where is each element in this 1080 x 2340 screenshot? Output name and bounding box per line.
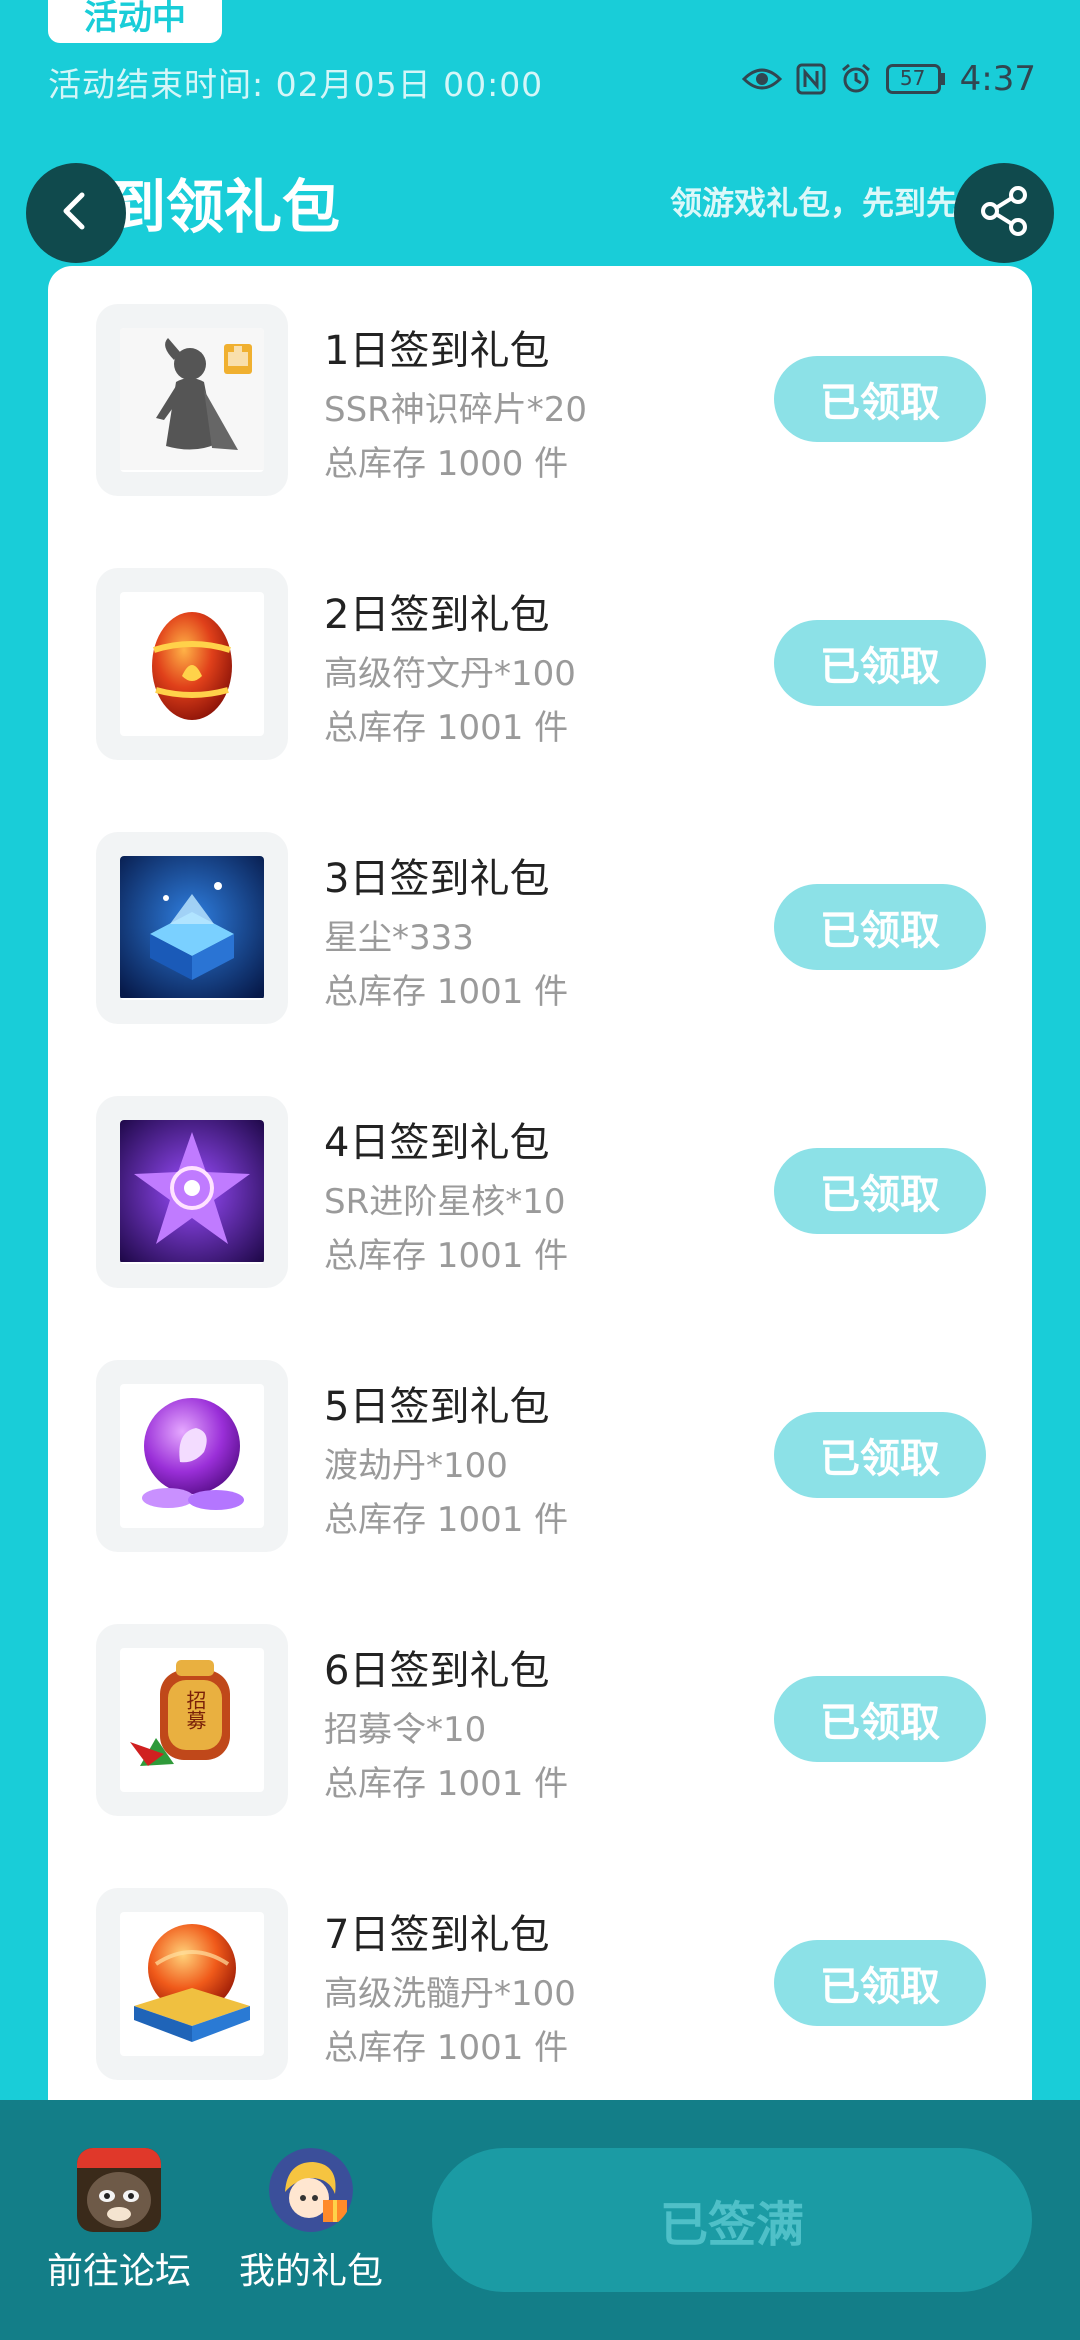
- gift-stock: 总库存 1000 件: [324, 444, 569, 484]
- svg-text:招募: 招募: [183, 1690, 207, 1730]
- gift-list: 1日签到礼包 SSR神识碎片*20 总库存 1000 件 已领取 2日签到礼包 …: [48, 266, 1032, 2116]
- claimed-button[interactable]: 已领取: [774, 1148, 986, 1234]
- gift-thumbnail: [96, 1888, 288, 2080]
- battery-icon: 57: [885, 64, 946, 94]
- gift-stock: 总库存 1001 件: [324, 1236, 569, 1276]
- gift-title: 5日签到礼包: [324, 1384, 550, 1430]
- gift-reward: 高级符文丹*100: [324, 654, 576, 694]
- gift-item: 7日签到礼包 高级洗髓丹*100 总库存 1001 件 已领取: [48, 1850, 1032, 2114]
- gift-thumbnail: [96, 1096, 288, 1288]
- gift-title: 1日签到礼包: [324, 328, 550, 374]
- gift-thumbnail: [96, 304, 288, 496]
- gift-avatar-icon: [269, 2148, 353, 2232]
- gift-stock: 总库存 1001 件: [324, 2028, 569, 2068]
- purple-star-icon: [120, 1120, 264, 1264]
- gift-title: 6日签到礼包: [324, 1648, 550, 1694]
- gift-title: 4日签到礼包: [324, 1120, 550, 1166]
- orange-orb-icon: [120, 1912, 264, 2056]
- status-badge: 活动中: [48, 0, 222, 43]
- claimed-button[interactable]: 已领取: [774, 620, 986, 706]
- gift-stock: 总库存 1001 件: [324, 1500, 569, 1540]
- gift-item: 招募 6日签到礼包 招募令*10 总库存 1001 件 已领取: [48, 1586, 1032, 1850]
- gift-stock: 总库存 1001 件: [324, 972, 569, 1012]
- gift-item: 4日签到礼包 SR进阶星核*10 总库存 1001 件 已领取: [48, 1058, 1032, 1322]
- forum-label: 前往论坛: [46, 2251, 191, 2292]
- gift-thumbnail: 招募: [96, 1624, 288, 1816]
- forum-link[interactable]: 前往论坛: [44, 2148, 194, 2294]
- gift-stock: 总库存 1001 件: [324, 1764, 569, 1804]
- claimed-button[interactable]: 已领取: [774, 1676, 986, 1762]
- gift-item: 5日签到礼包 渡劫丹*100 总库存 1001 件 已领取: [48, 1322, 1032, 1586]
- gift-reward: 星尘*333: [324, 918, 474, 958]
- share-button[interactable]: [954, 163, 1054, 263]
- gift-item: 1日签到礼包 SSR神识碎片*20 总库存 1000 件 已领取: [48, 266, 1032, 530]
- red-egg-icon: [120, 592, 264, 736]
- share-icon: [976, 183, 1032, 243]
- gift-thumbnail: [96, 1360, 288, 1552]
- character-shard-icon: [120, 328, 264, 472]
- purple-orb-icon: [120, 1384, 264, 1528]
- gift-thumbnail: [96, 568, 288, 760]
- claimed-button[interactable]: 已领取: [774, 884, 986, 970]
- claimed-button[interactable]: 已领取: [774, 1940, 986, 2026]
- game-avatar-icon: [77, 2148, 161, 2232]
- gift-item: 3日签到礼包 星尘*333 总库存 1001 件 已领取: [48, 794, 1032, 1058]
- my-gifts-link[interactable]: 我的礼包: [236, 2148, 386, 2294]
- claimed-button[interactable]: 已领取: [774, 1412, 986, 1498]
- blue-chest-icon: [120, 856, 264, 1000]
- eye-icon: [741, 65, 782, 93]
- gift-title: 2日签到礼包: [324, 592, 550, 638]
- back-icon: [54, 189, 98, 237]
- gift-reward: SSR神识碎片*20: [324, 390, 588, 430]
- gift-reward: 渡劫丹*100: [324, 1446, 508, 1486]
- system-status-bar: 57 4:37: [741, 56, 1036, 102]
- gift-reward: 招募令*10: [324, 1710, 487, 1750]
- gift-stock: 总库存 1001 件: [324, 708, 569, 748]
- page-subtitle: 领游戏礼包，先到先得: [669, 184, 990, 222]
- nfc-icon: [796, 63, 826, 95]
- gift-reward: 高级洗髓丹*100: [324, 1974, 576, 2014]
- fully-signed-button[interactable]: 已签满: [432, 2148, 1032, 2292]
- my-gifts-label: 我的礼包: [238, 2251, 383, 2292]
- gift-reward: SR进阶星核*10: [324, 1182, 566, 1222]
- back-button[interactable]: [26, 163, 126, 263]
- gift-title: 7日签到礼包: [324, 1912, 550, 1958]
- gift-item: 2日签到礼包 高级符文丹*100 总库存 1001 件 已领取: [48, 530, 1032, 794]
- bottom-bar: 前往论坛 我的礼包 已签满: [0, 2100, 1080, 2340]
- alarm-icon: [840, 63, 872, 95]
- end-time-text: 活动结束时间: 02月05日 00:00: [48, 65, 544, 104]
- claimed-button[interactable]: 已领取: [774, 356, 986, 442]
- recruit-token-icon: 招募: [120, 1648, 264, 1792]
- clock: 4:37: [959, 59, 1036, 99]
- gift-title: 3日签到礼包: [324, 856, 550, 902]
- gift-thumbnail: [96, 832, 288, 1024]
